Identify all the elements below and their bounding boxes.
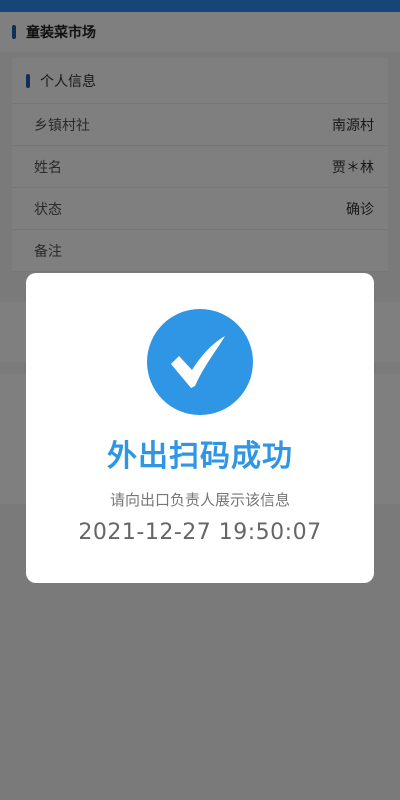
instruction-text: 请向出口负责人展示该信息 xyxy=(109,491,290,509)
scan-timestamp: 2021-12-27 19:50:07 xyxy=(78,520,322,545)
success-title: 外出扫码成功 xyxy=(107,439,293,474)
scan-success-dialog: 外出扫码成功 请向出口负责人展示该信息 2021-12-27 19:50:07 xyxy=(26,273,374,583)
check-icon xyxy=(147,309,253,415)
check-icon-glyph xyxy=(171,336,225,388)
